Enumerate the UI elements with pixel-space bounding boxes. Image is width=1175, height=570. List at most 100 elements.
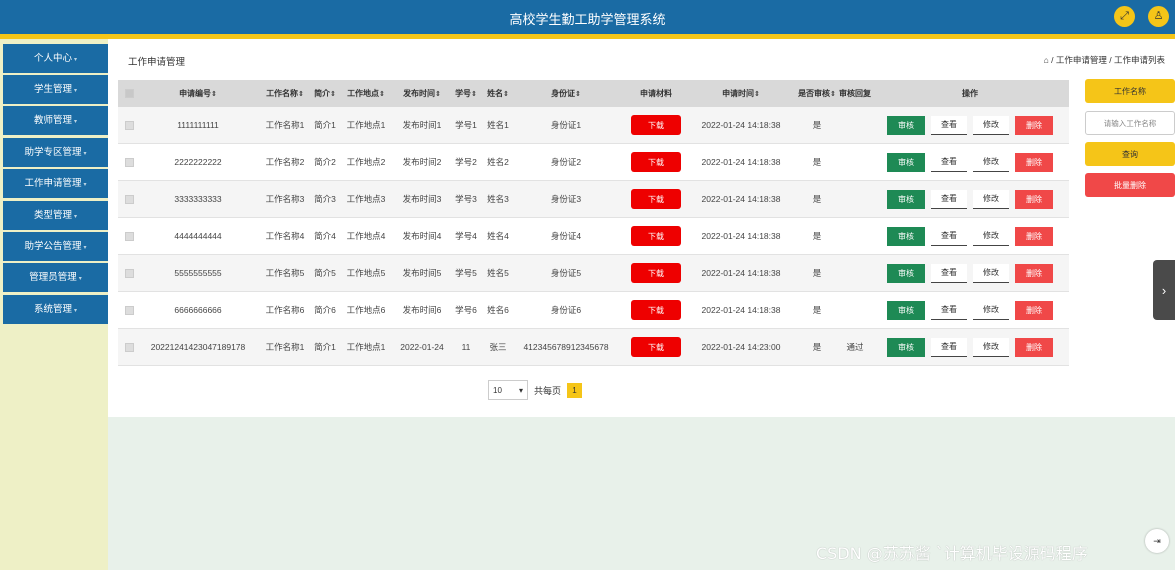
chevron-down-icon: ▾ (74, 213, 78, 220)
query-button[interactable]: 查询 (1085, 142, 1175, 166)
review-button[interactable]: 审核 (887, 226, 925, 246)
review-button[interactable]: 审核 (887, 263, 925, 283)
edit-button[interactable]: 修改 (973, 263, 1009, 283)
sidebar-item[interactable]: 助学公告管理 ▾ (3, 232, 108, 261)
edit-button[interactable]: 修改 (973, 337, 1009, 357)
sort-icon[interactable]: ⇕ (330, 90, 336, 98)
column-header[interactable]: 简介 (314, 88, 330, 99)
sidebar-item[interactable]: 学生管理 ▾ (3, 75, 108, 104)
search-input[interactable]: 请输入工作名称 (1085, 111, 1175, 135)
edit-button[interactable]: 修改 (973, 189, 1009, 209)
column-header[interactable]: 工作名称 (266, 88, 298, 99)
view-button[interactable]: 查看 (931, 152, 967, 172)
edit-button[interactable]: 修改 (973, 115, 1009, 135)
sort-icon[interactable]: ⇕ (471, 90, 477, 98)
column-header[interactable]: 身份证 (551, 88, 575, 99)
chevron-right-icon[interactable]: › (1153, 260, 1175, 320)
expand-icon[interactable]: ⤢ (1114, 6, 1135, 27)
download-button[interactable]: 下载 (631, 300, 681, 320)
sort-icon[interactable]: ⇕ (754, 90, 760, 98)
page-number[interactable]: 1 (567, 382, 583, 398)
sidebar-item-label: 助学公告管理 (24, 241, 82, 252)
sort-icon[interactable]: ⇕ (211, 90, 217, 98)
review-button[interactable]: 审核 (887, 152, 925, 172)
sidebar-item[interactable]: 教师管理 ▾ (3, 106, 108, 135)
review-button[interactable]: 审核 (887, 189, 925, 209)
cell-sno: 学号1 (455, 120, 477, 130)
row-checkbox[interactable] (124, 268, 134, 278)
column-header[interactable]: 是否审核 (798, 88, 830, 99)
pagination-label: 共每页 (534, 385, 562, 396)
cell-time: 2022-01-24 14:18:38 (701, 268, 781, 278)
delete-button[interactable]: 删除 (1015, 152, 1053, 172)
download-button[interactable]: 下载 (631, 263, 681, 283)
column-header[interactable]: 申请编号 (179, 88, 211, 99)
download-button[interactable]: 下载 (631, 189, 681, 209)
sort-icon[interactable]: ⇕ (503, 90, 509, 98)
review-button[interactable]: 审核 (887, 115, 925, 135)
edit-button[interactable]: 修改 (973, 300, 1009, 320)
batch-delete-button[interactable]: 批量删除 (1085, 173, 1175, 197)
sidebar-item[interactable]: 助学专区管理 ▾ (3, 138, 108, 167)
download-button[interactable]: 下载 (631, 152, 681, 172)
view-button[interactable]: 查看 (931, 263, 967, 283)
sidebar-item[interactable]: 管理员管理 ▾ (3, 263, 108, 292)
sidebar-item[interactable]: 个人中心 ▾ (3, 44, 108, 73)
review-button[interactable]: 审核 (887, 337, 925, 357)
cell-sno: 学号3 (455, 194, 477, 204)
scroll-top-icon[interactable]: ⇥ (1145, 529, 1169, 553)
cell-id: 3333333333 (174, 194, 222, 204)
row-checkbox[interactable] (124, 157, 134, 167)
view-button[interactable]: 查看 (931, 115, 967, 135)
row-checkbox[interactable] (124, 194, 134, 204)
column-header[interactable]: 学号 (455, 88, 471, 99)
cell-job: 工作名称1 (265, 120, 305, 130)
column-header: 审核回复 (839, 89, 871, 98)
download-button[interactable]: 下载 (631, 337, 681, 357)
select-all-checkbox[interactable] (124, 89, 134, 98)
view-button[interactable]: 查看 (931, 337, 967, 357)
user-icon[interactable]: ♙ (1148, 6, 1169, 27)
breadcrumb[interactable]: ⌂ / 工作申请管理 / 工作申请列表 (1044, 54, 1165, 66)
row-checkbox[interactable] (124, 342, 134, 352)
column-header[interactable]: 工作地点 (347, 88, 379, 99)
cell-id: 5555555555 (174, 268, 222, 278)
view-button[interactable]: 查看 (931, 300, 967, 320)
edit-button[interactable]: 修改 (973, 152, 1009, 172)
sort-icon[interactable]: ⇕ (379, 90, 385, 98)
sort-icon[interactable]: ⇕ (298, 90, 304, 98)
delete-button[interactable]: 删除 (1015, 226, 1053, 246)
column-header[interactable]: 申请时间 (722, 88, 754, 99)
home-icon[interactable]: ⌂ (1044, 55, 1049, 65)
sidebar-item[interactable]: 工作申请管理 ▾ (3, 169, 108, 198)
sidebar-item-label: 教师管理 (33, 115, 72, 126)
delete-button[interactable]: 删除 (1015, 300, 1053, 320)
cell-pub: 发布时间1 (402, 120, 442, 130)
delete-button[interactable]: 删除 (1015, 337, 1053, 357)
table-header: 申请编号 ⇕ 工作名称 ⇕ 简介 ⇕ 工作地点 ⇕ 发布时间 ⇕ 学号 ⇕ 姓名 ⇕ 身份证 ⇕ 申请材料 申请时… (118, 80, 1069, 107)
sidebar-item[interactable]: 类型管理 ▾ (3, 201, 108, 230)
row-checkbox[interactable] (124, 305, 134, 315)
row-checkbox[interactable] (124, 231, 134, 241)
sidebar-item[interactable]: 系统管理 ▾ (3, 295, 108, 324)
sort-icon[interactable]: ⇕ (575, 90, 581, 98)
cell-idcard: 身份证5 (550, 268, 582, 278)
page-size-select[interactable]: 10 ▾ (488, 380, 528, 400)
download-button[interactable]: 下载 (631, 226, 681, 246)
view-button[interactable]: 查看 (931, 189, 967, 209)
review-button[interactable]: 审核 (887, 300, 925, 320)
delete-button[interactable]: 删除 (1015, 263, 1053, 283)
column-header[interactable]: 姓名 (487, 88, 503, 99)
cell-intro: 简介5 (314, 268, 336, 278)
column-header[interactable]: 发布时间 (403, 88, 435, 99)
delete-button[interactable]: 删除 (1015, 115, 1053, 135)
download-button[interactable]: 下载 (631, 115, 681, 135)
view-button[interactable]: 查看 (931, 226, 967, 246)
breadcrumb-text: 工作申请管理 / 工作申请列表 (1055, 55, 1165, 65)
cell-idcard: 身份证4 (550, 231, 582, 241)
row-checkbox[interactable] (124, 120, 134, 130)
edit-button[interactable]: 修改 (973, 226, 1009, 246)
delete-button[interactable]: 删除 (1015, 189, 1053, 209)
sidebar-item-label: 管理员管理 (29, 272, 77, 283)
sort-icon[interactable]: ⇕ (435, 90, 441, 98)
